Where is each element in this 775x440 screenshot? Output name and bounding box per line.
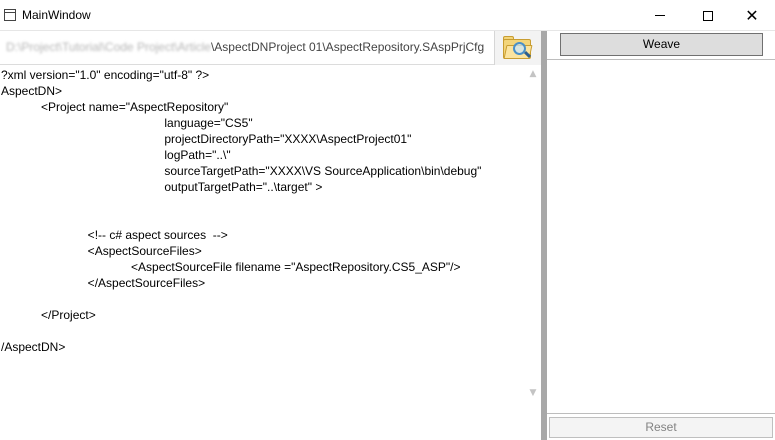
- app-window-icon: [4, 9, 16, 21]
- editor-pane: D:\Project\Tutorial\Code Project\Article…: [0, 31, 541, 440]
- close-icon: ✕: [745, 5, 759, 25]
- code-line: <!-- c# aspect sources -->: [1, 228, 228, 242]
- code-line: logPath="..\": [1, 148, 231, 162]
- minimize-button[interactable]: [637, 0, 683, 31]
- project-path-bar: D:\Project\Tutorial\Code Project\Article…: [0, 31, 541, 65]
- code-line: </AspectSourceFiles>: [1, 276, 206, 290]
- config-code: ?xml version="1.0" encoding="utf-8" ?> As…: [0, 66, 525, 355]
- code-line: <AspectSourceFile filename ="AspectRepos…: [1, 260, 461, 274]
- close-button[interactable]: ✕: [729, 0, 775, 31]
- config-editor[interactable]: ?xml version="1.0" encoding="utf-8" ?> As…: [0, 66, 525, 440]
- code-line: sourceTargetPath="XXXX\VS SourceApplicat…: [1, 164, 482, 178]
- browse-project-button[interactable]: [494, 31, 541, 65]
- code-line: </Project>: [1, 308, 96, 322]
- folder-search-icon: [503, 36, 533, 60]
- window-title: MainWindow: [22, 8, 91, 22]
- title-bar[interactable]: MainWindow ✕: [0, 0, 775, 31]
- project-path-field[interactable]: D:\Project\Tutorial\Code Project\Article…: [6, 37, 484, 57]
- code-line: /AspectDN>: [1, 340, 66, 354]
- code-line: <Project name="AspectRepository": [1, 100, 229, 114]
- weave-output-list[interactable]: [547, 59, 775, 414]
- minimize-icon: [655, 15, 665, 16]
- scroll-down-icon[interactable]: ▼: [525, 385, 541, 401]
- project-path-prefix: D:\Project\Tutorial\Code Project\Article: [6, 40, 211, 54]
- weave-button[interactable]: Weave: [560, 33, 763, 56]
- reset-button[interactable]: Reset: [549, 417, 773, 438]
- code-line: ?xml version="1.0" encoding="utf-8" ?>: [1, 68, 210, 82]
- code-line: projectDirectoryPath="XXXX\AspectProject…: [1, 132, 412, 146]
- project-path-visible: \AspectDNProject 01\AspectRepository.SAs…: [210, 40, 485, 54]
- code-line: language="CS5": [1, 116, 253, 130]
- editor-vertical-scrollbar[interactable]: ▲ ▼: [525, 66, 541, 401]
- code-line: AspectDN>: [1, 84, 63, 98]
- scroll-up-icon[interactable]: ▲: [525, 66, 541, 82]
- weave-pane: Weave Reset: [547, 31, 775, 440]
- code-line: <AspectSourceFiles>: [1, 244, 202, 258]
- maximize-icon: [703, 10, 713, 21]
- code-line: outputTargetPath="..\target" >: [1, 180, 323, 194]
- maximize-button[interactable]: [685, 0, 731, 31]
